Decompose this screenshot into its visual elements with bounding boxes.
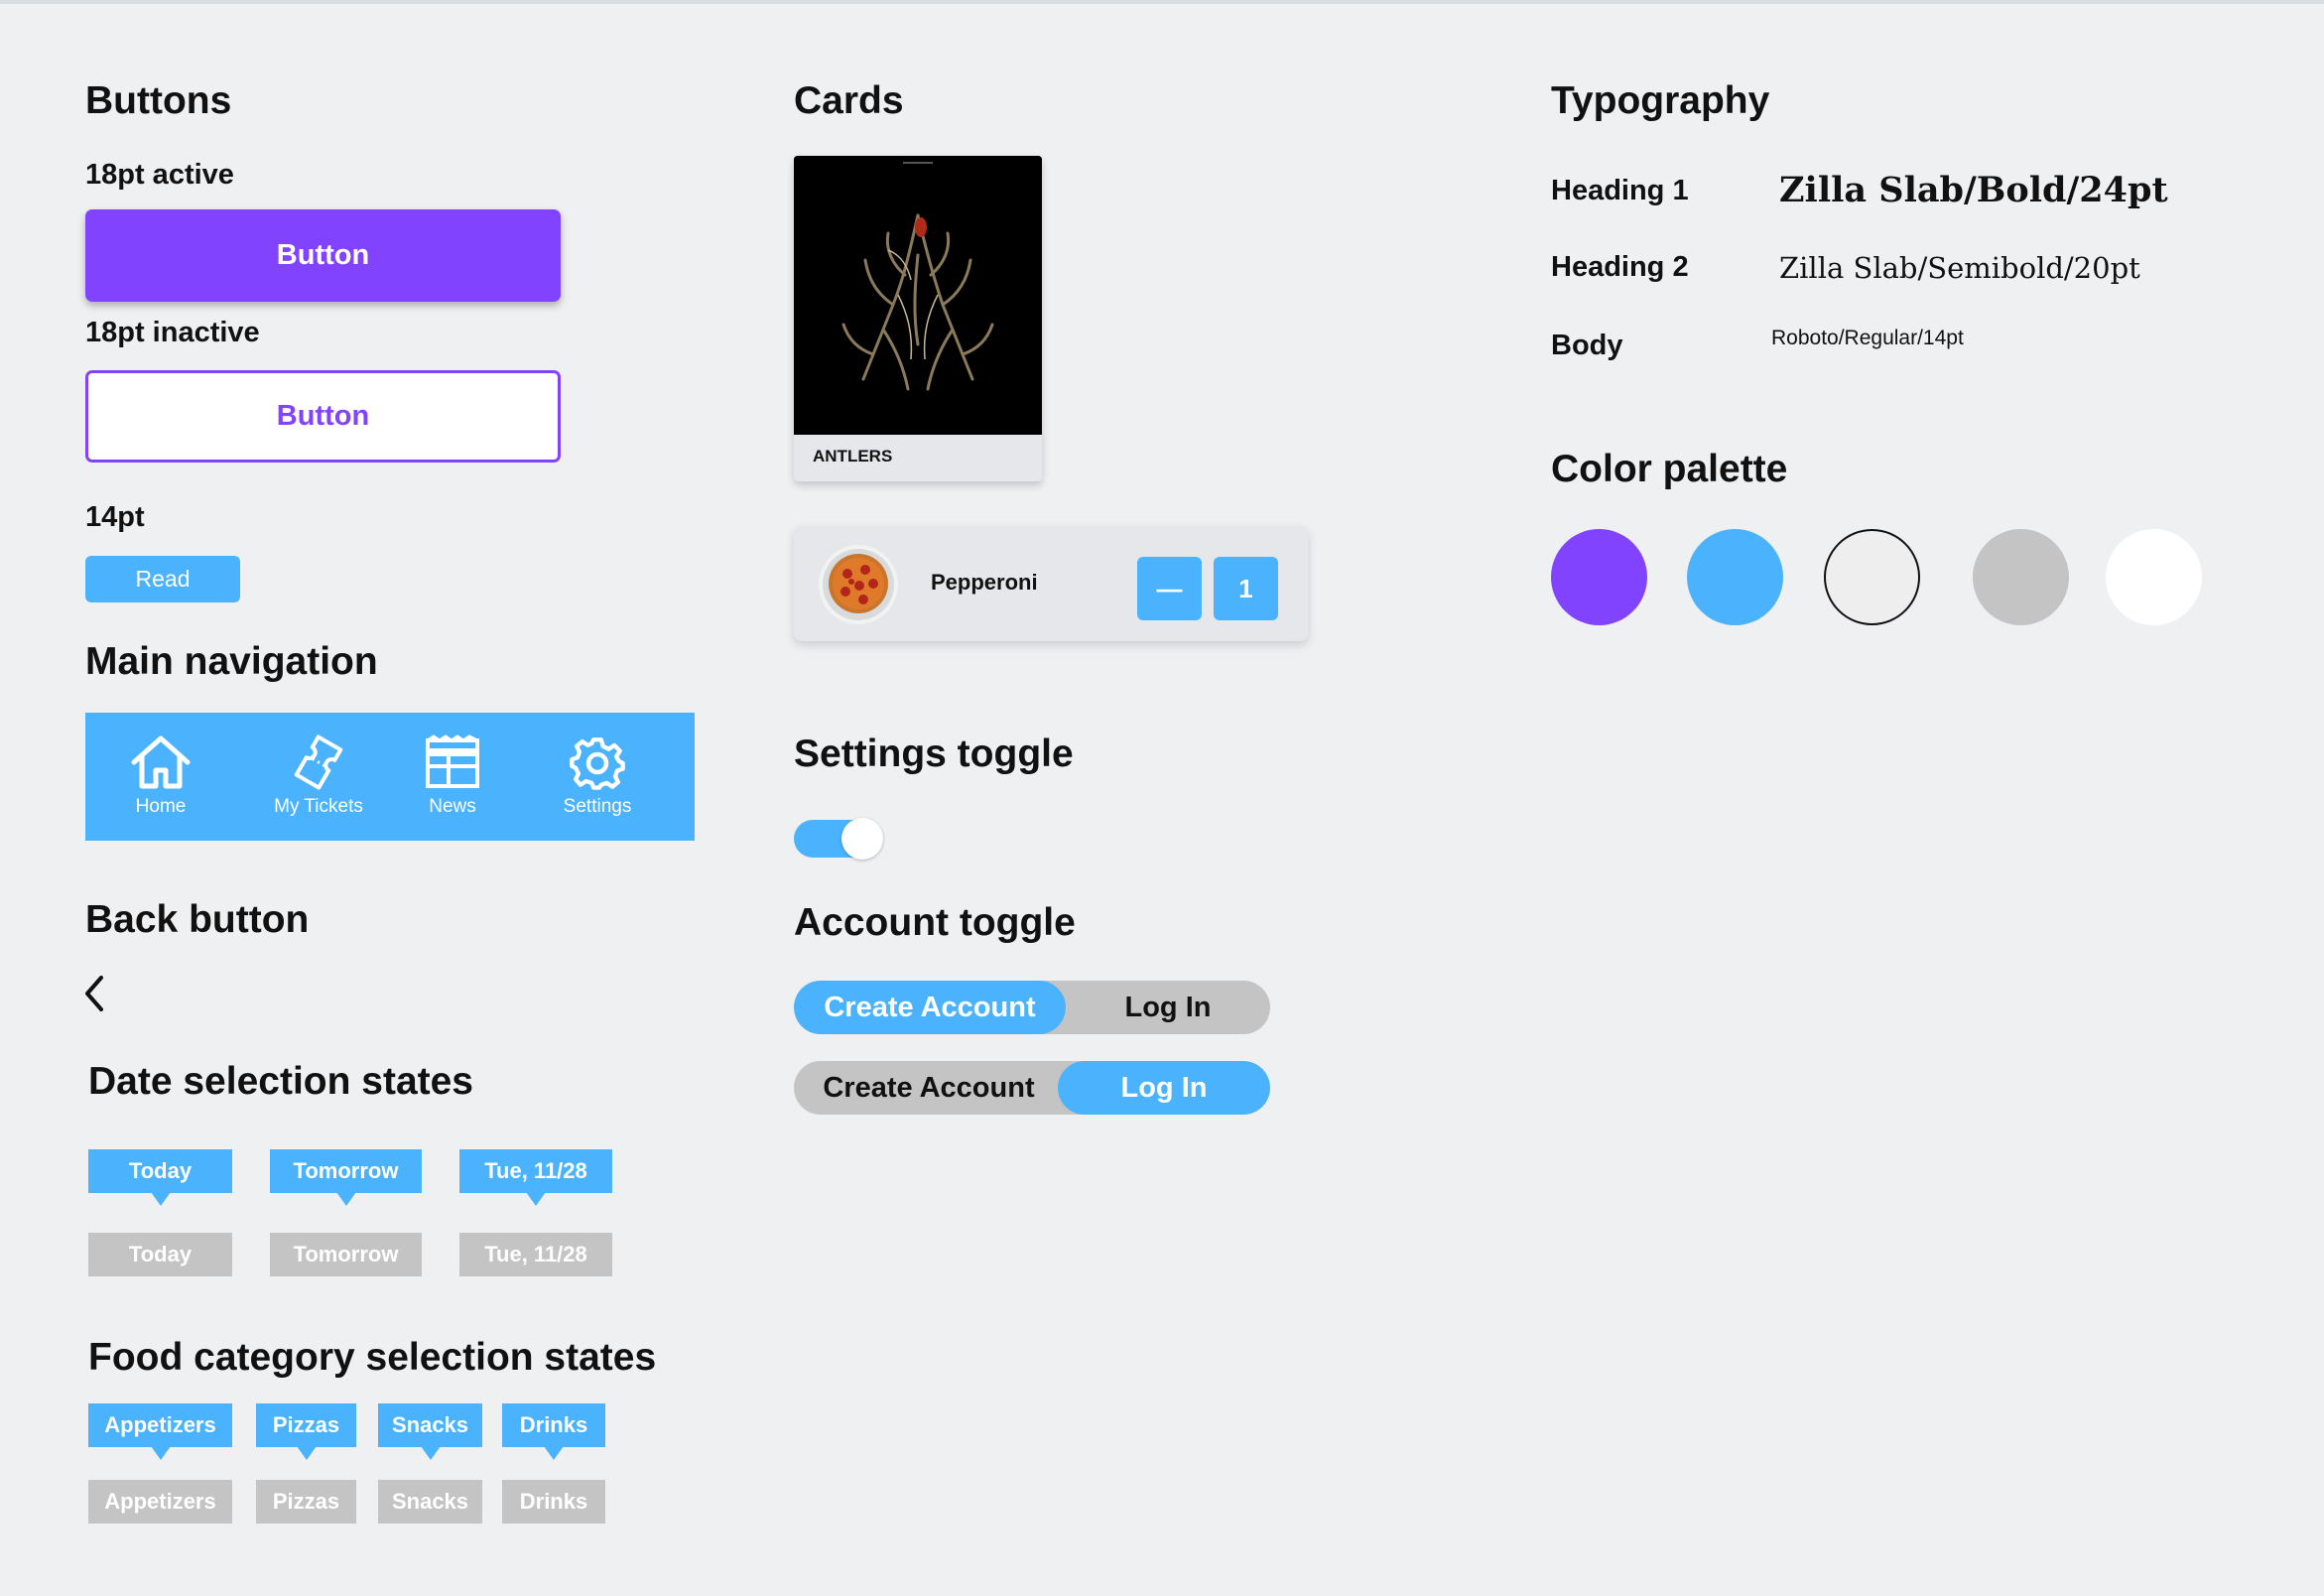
color-swatch-gray <box>1973 529 2069 625</box>
typography-value-heading2: Zilla Slab/Semibold/20pt <box>1779 251 2140 285</box>
food-item-card: Pepperoni — 1 <box>794 526 1308 641</box>
settings-toggle-heading: Settings toggle <box>794 732 1074 775</box>
decrement-button[interactable]: — <box>1137 557 1202 620</box>
color-swatch-purple <box>1551 529 1647 625</box>
color-swatch-white <box>2106 529 2202 625</box>
toggle-knob <box>841 818 883 860</box>
food-selection-heading: Food category selection states <box>88 1336 657 1379</box>
ticket-icon <box>294 734 343 790</box>
date-selection-heading: Date selection states <box>88 1060 474 1103</box>
nav-label-my-tickets: My Tickets <box>274 796 363 817</box>
date-tab-tomorrow-unselected[interactable]: Tomorrow <box>270 1233 422 1276</box>
food-tab-drinks-selected[interactable]: Drinks <box>502 1403 605 1447</box>
primary-button-active[interactable]: Button <box>85 209 561 302</box>
log-in-option-off[interactable]: Log In <box>1066 981 1270 1034</box>
date-tab-tomorrow-selected[interactable]: Tomorrow <box>270 1149 422 1193</box>
active-button-label: 18pt active <box>85 159 234 191</box>
primary-button-inactive[interactable]: Button <box>85 370 561 463</box>
main-navigation-heading: Main navigation <box>85 640 378 683</box>
pizza-image <box>816 542 901 627</box>
color-swatch-light-gray <box>1824 529 1920 625</box>
news-icon <box>426 734 479 788</box>
inactive-button-label: 18pt inactive <box>85 317 260 348</box>
typography-value-heading1: Zilla Slab/Bold/24pt <box>1779 170 2168 210</box>
quantity-display: 1 <box>1214 557 1278 620</box>
nav-item-my-tickets[interactable]: My Tickets <box>254 734 383 818</box>
log-in-option-on[interactable]: Log In <box>1058 1061 1270 1115</box>
buttons-heading: Buttons <box>85 79 232 122</box>
settings-toggle-switch[interactable] <box>794 818 883 860</box>
date-tab-today-unselected[interactable]: Today <box>88 1233 232 1276</box>
nav-label-news: News <box>429 796 476 817</box>
food-tab-snacks-selected[interactable]: Snacks <box>378 1403 482 1447</box>
antlers-poster-image <box>794 156 1042 435</box>
typography-label-heading2: Heading 2 <box>1551 251 1689 283</box>
movie-title: ANTLERS <box>813 447 893 466</box>
account-toggle-login-selected: Create Account Log In <box>794 1061 1270 1115</box>
home-icon <box>131 735 191 789</box>
nav-item-settings[interactable]: Settings <box>538 734 657 818</box>
typography-label-body: Body <box>1551 330 1623 361</box>
nav-label-home: Home <box>135 796 187 817</box>
cards-heading: Cards <box>794 79 904 122</box>
food-tab-pizzas-selected[interactable]: Pizzas <box>256 1403 356 1447</box>
nav-label-settings: Settings <box>563 796 632 817</box>
nav-item-home[interactable]: Home <box>111 734 210 818</box>
typography-value-body: Roboto/Regular/14pt <box>1771 327 1964 349</box>
movie-poster <box>794 156 1042 435</box>
top-divider <box>0 0 2324 4</box>
gear-icon <box>570 737 625 790</box>
small-button-label: 14pt <box>85 501 145 533</box>
main-navigation-bar: Home My Tickets News Settings <box>85 713 695 841</box>
date-tab-tue-selected[interactable]: Tue, 11/28 <box>459 1149 612 1193</box>
date-tab-tue-unselected[interactable]: Tue, 11/28 <box>459 1233 612 1276</box>
typography-heading: Typography <box>1551 79 1770 122</box>
food-tab-appetizers-unselected[interactable]: Appetizers <box>88 1480 232 1524</box>
date-tab-today-selected[interactable]: Today <box>88 1149 232 1193</box>
color-palette-heading: Color palette <box>1551 448 1788 490</box>
create-account-option-off[interactable]: Create Account <box>794 1061 1064 1115</box>
back-button-heading: Back button <box>85 898 310 941</box>
chevron-left-icon <box>85 976 103 1011</box>
typography-label-heading1: Heading 1 <box>1551 175 1689 206</box>
food-tab-snacks-unselected[interactable]: Snacks <box>378 1480 482 1524</box>
food-tab-appetizers-selected[interactable]: Appetizers <box>88 1403 232 1447</box>
account-toggle-create-selected: Create Account Log In <box>794 981 1270 1034</box>
nav-item-news[interactable]: News <box>403 734 502 818</box>
color-swatch-blue <box>1687 529 1783 625</box>
back-button[interactable] <box>79 974 109 1013</box>
movie-card[interactable]: ANTLERS <box>794 156 1042 481</box>
food-item-name: Pepperoni <box>931 570 1038 595</box>
create-account-option-on[interactable]: Create Account <box>794 981 1066 1034</box>
food-tab-pizzas-unselected[interactable]: Pizzas <box>256 1480 356 1524</box>
read-button[interactable]: Read <box>85 556 240 602</box>
food-tab-drinks-unselected[interactable]: Drinks <box>502 1480 605 1524</box>
account-toggle-heading: Account toggle <box>794 901 1076 944</box>
